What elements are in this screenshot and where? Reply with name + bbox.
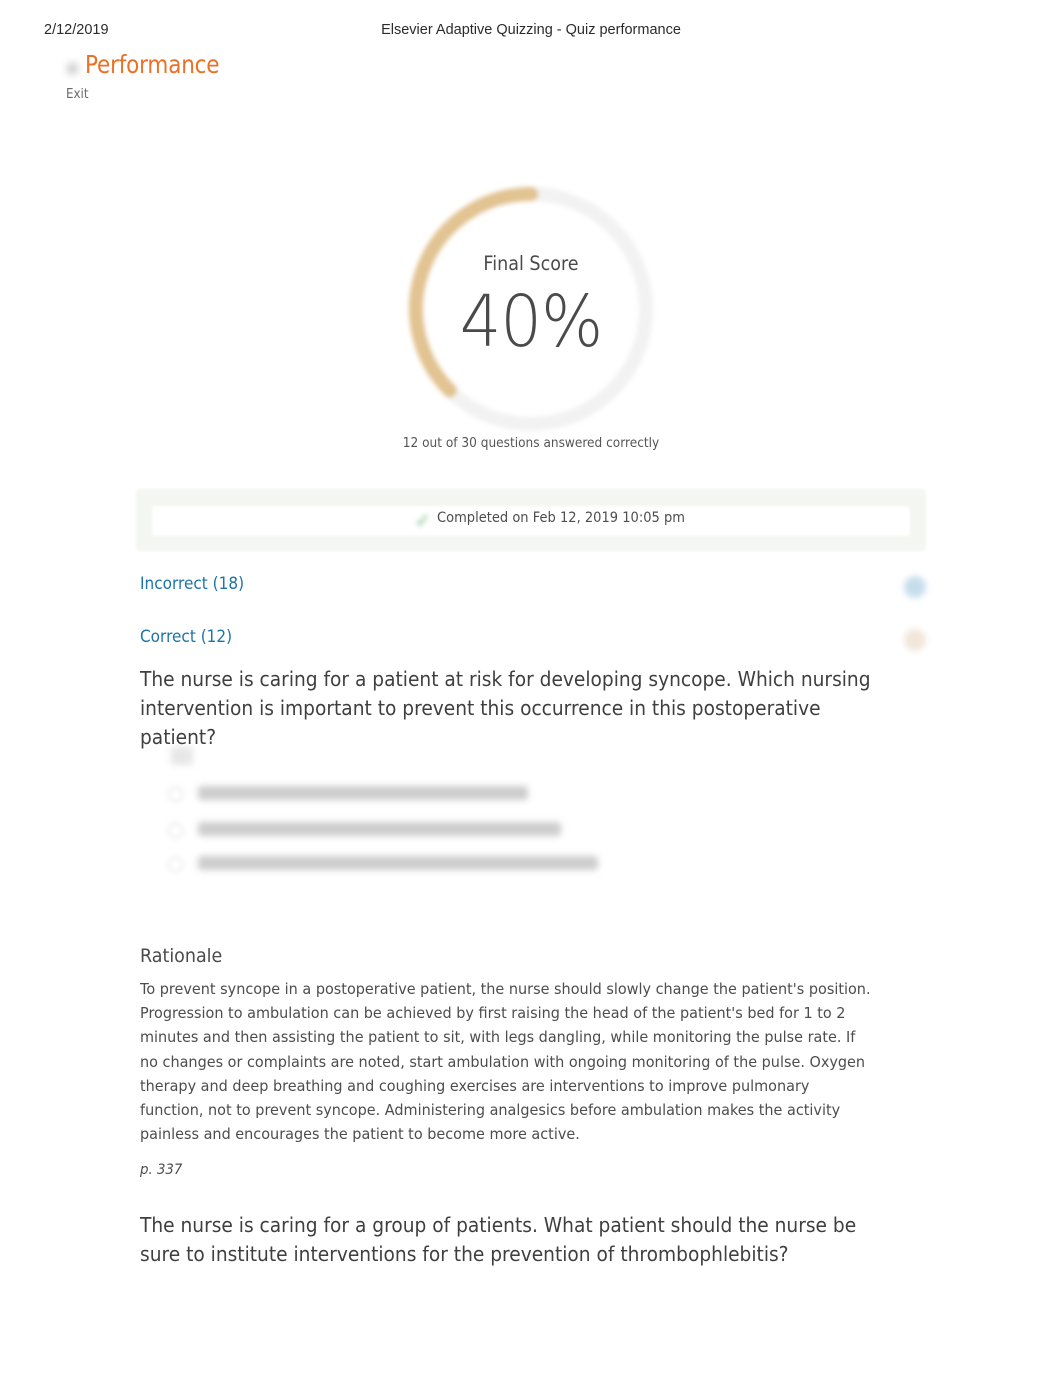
page-title: Performance [85,50,220,79]
answer-option-label [198,822,561,836]
final-score-panel: Final Score 40% 12 out of 30 questions a… [0,185,1062,475]
incorrect-filter-link[interactable]: Incorrect (18) [140,574,244,594]
completed-timestamp: Completed on Feb 12, 2019 10:05 pm [437,510,686,526]
radio-icon[interactable] [168,857,183,872]
score-caption: Final Score [483,252,579,275]
score-subtext: 12 out of 30 questions answered correctl… [402,435,660,451]
rationale-page-reference: p. 337 [140,1162,183,1178]
exit-link[interactable]: Exit [66,86,89,102]
answer-option-label [198,786,528,800]
rationale-body: To prevent syncope in a postoperative pa… [140,980,871,1144]
answer-option-label [198,856,598,870]
incorrect-badge-icon[interactable] [904,576,926,598]
filter-row-correct[interactable]: Correct (12) [140,623,926,663]
green-check-icon: ✓ [415,510,431,532]
radio-icon[interactable] [168,787,183,802]
answer-options-redacted [168,742,768,887]
radio-icon[interactable] [168,823,183,838]
question-text: The nurse is caring for a group of patie… [140,1213,857,1266]
app-logo-icon [63,59,82,78]
print-page-title: Elsevier Adaptive Quizzing - Quiz perfor… [381,22,681,38]
question-text: The nurse is caring for a patient at ris… [140,667,871,749]
correct-badge-icon[interactable] [904,629,926,651]
score-value: 40% [459,280,603,363]
print-header: 2/12/2019 Elsevier Adaptive Quizzing - Q… [0,22,1062,44]
app-header: Performance Exit [60,50,560,112]
filter-row-incorrect[interactable]: Incorrect (18) [140,570,926,610]
correct-filter-link[interactable]: Correct (12) [140,627,232,647]
rationale-heading: Rationale [140,945,223,967]
answer-marker-icon [171,747,193,765]
